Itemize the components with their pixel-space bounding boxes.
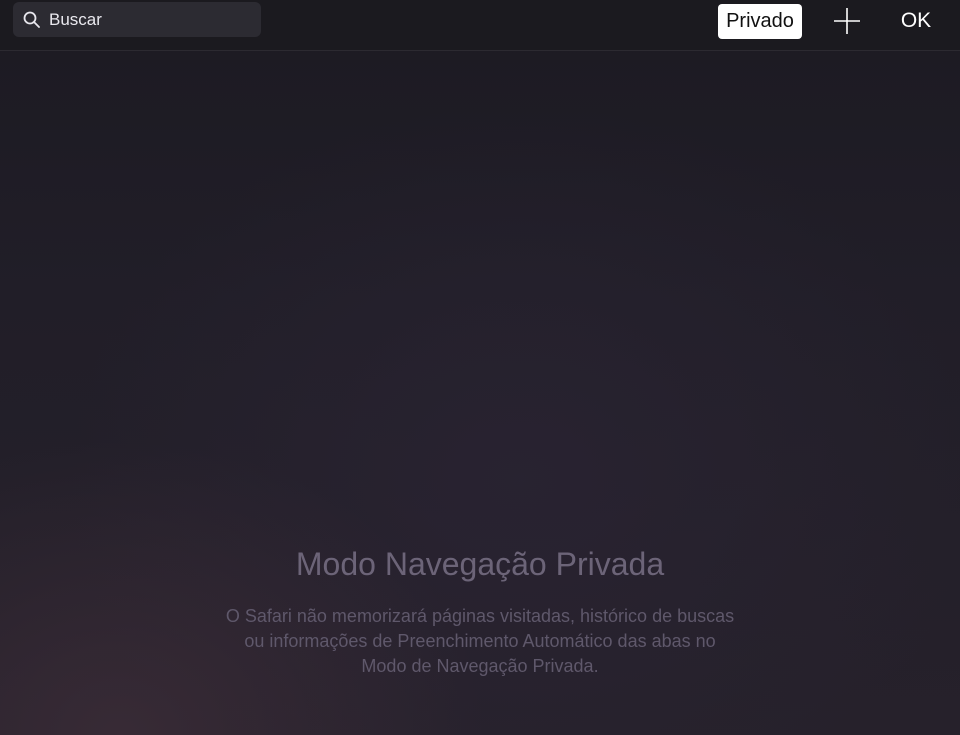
description-line: ou informações de Preenchimento Automáti… bbox=[244, 631, 716, 651]
private-mode-title: Modo Navegação Privada bbox=[295, 546, 665, 582]
search-icon bbox=[23, 11, 40, 28]
search-field[interactable] bbox=[13, 2, 261, 37]
private-mode-button[interactable]: Privado bbox=[718, 4, 802, 39]
search-input[interactable] bbox=[49, 2, 249, 37]
private-mode-description: O Safari não memorizará páginas visitada… bbox=[180, 604, 780, 679]
tab-overview-toolbar: Privado OK bbox=[0, 0, 960, 51]
private-browsing-message: Modo Navegação Privada O Safari não memo… bbox=[0, 540, 960, 679]
description-line: O Safari não memorizará páginas visitada… bbox=[225, 606, 735, 626]
new-tab-button[interactable] bbox=[830, 4, 864, 38]
plus-icon bbox=[834, 8, 860, 34]
done-button[interactable]: OK bbox=[893, 4, 939, 38]
description-line: Modo de Navegação Privada. bbox=[361, 656, 599, 676]
